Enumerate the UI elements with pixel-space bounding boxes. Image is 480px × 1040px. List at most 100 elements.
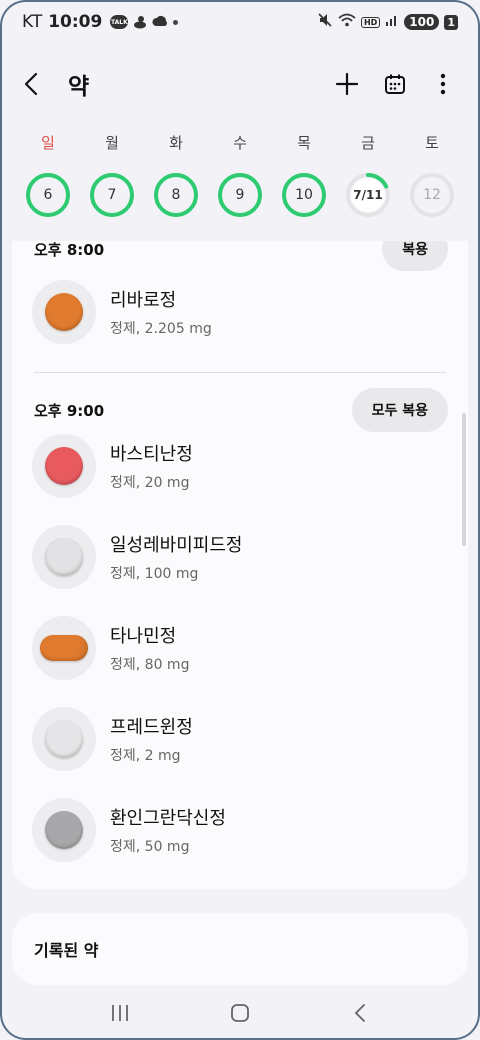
medication-dosage: 정제, 100 mg — [110, 566, 199, 582]
day-label: 금 — [361, 134, 375, 152]
more-options-button[interactable] — [430, 71, 456, 97]
day-0[interactable]: 일6 — [22, 132, 74, 218]
back-button[interactable] — [24, 62, 60, 106]
medication-name: 프레드윈정 — [110, 717, 193, 738]
sim-icon: 1 — [444, 14, 458, 30]
recent-apps-button[interactable] — [100, 993, 140, 1033]
page-title: 약 — [68, 74, 90, 100]
day-date: 12 — [423, 187, 441, 203]
take-button[interactable]: 복용 — [382, 241, 448, 271]
duck-icon — [133, 15, 147, 29]
calendar-button[interactable] — [382, 71, 408, 97]
medication-info: 일성레바미피드정정제, 100 mg — [110, 531, 242, 583]
recent-apps-icon — [112, 1004, 128, 1021]
pill-icon — [45, 720, 83, 758]
signal-icon — [385, 12, 399, 32]
medication-name: 타나민정 — [110, 626, 177, 647]
day-progress-ring[interactable]: 7/11 — [345, 172, 391, 218]
medication-item[interactable]: 프레드윈정정제, 2 mg — [32, 707, 432, 771]
system-nav-bar — [0, 985, 480, 1040]
medication-info: 환인그란닥신정정제, 50 mg — [110, 804, 226, 856]
hd-voice-icon: HD — [360, 16, 381, 28]
medication-name: 리바로정 — [110, 290, 177, 311]
clock: 10:09 — [48, 12, 103, 32]
day-date: 8 — [171, 187, 181, 203]
pill-icon — [45, 293, 83, 331]
chevron-left-icon — [24, 72, 38, 96]
medication-dosage: 정제, 80 mg — [110, 657, 190, 673]
day-label: 토 — [425, 134, 439, 152]
battery-icon: 100 — [404, 14, 440, 30]
carrier-label: KT — [22, 12, 43, 32]
scrollbar[interactable] — [462, 413, 466, 546]
system-back-button[interactable] — [340, 993, 380, 1033]
day-label: 화 — [169, 134, 183, 152]
pill-image — [32, 525, 96, 589]
day-label: 일 — [41, 134, 55, 152]
medication-name: 환인그란닥신정 — [110, 808, 226, 829]
section-header-8pm: 오후 8:00 복용 — [34, 241, 448, 271]
medication-item[interactable]: 일성레바미피드정정제, 100 mg — [32, 525, 432, 589]
pill-icon — [45, 811, 83, 849]
pill-image — [32, 434, 96, 498]
day-5[interactable]: 금 7/11 — [342, 132, 394, 218]
medication-info: 타나민정정제, 80 mg — [110, 622, 189, 674]
medication-info: 바스티난정정제, 20 mg — [110, 440, 193, 492]
chevron-left-icon — [354, 1003, 365, 1022]
pill-image — [32, 798, 96, 862]
recorded-meds-title: 기록된 약 — [34, 941, 99, 960]
day-progress-ring[interactable]: 8 — [153, 172, 199, 218]
medication-dosage: 정제, 20 mg — [110, 475, 190, 491]
medication-dosage: 정제, 2.205 mg — [110, 321, 212, 337]
home-icon — [231, 1003, 249, 1022]
add-button[interactable] — [334, 71, 360, 97]
day-date: 7/11 — [353, 188, 383, 202]
app-header: 약 — [0, 56, 480, 112]
take-all-button[interactable]: 모두 복용 — [351, 388, 448, 432]
pill-icon — [45, 447, 83, 485]
pill-icon — [45, 538, 83, 576]
day-progress-ring[interactable]: 7 — [89, 172, 135, 218]
recorded-meds-card[interactable]: 기록된 약 — [12, 913, 468, 985]
medication-dosage: 정제, 50 mg — [110, 839, 190, 855]
day-progress-ring[interactable]: 12 — [409, 172, 455, 218]
calendar-icon — [385, 74, 405, 94]
day-progress-ring[interactable]: 10 — [281, 172, 327, 218]
day-6[interactable]: 토 12 — [406, 132, 458, 218]
day-progress-ring[interactable]: 6 — [25, 172, 71, 218]
day-2[interactable]: 화8 — [150, 132, 202, 218]
day-progress-ring[interactable]: 9 — [217, 172, 263, 218]
day-date: 10 — [295, 187, 313, 203]
day-1[interactable]: 월7 — [86, 132, 138, 218]
pill-image — [32, 707, 96, 771]
medication-item[interactable]: 리바로정정제, 2.205 mg — [32, 280, 432, 344]
day-date: 6 — [43, 187, 53, 203]
week-selector: 일 6 월 7 화 8 수 9 목 10 금 7/11 토 12 — [22, 132, 458, 218]
section-time: 오후 8:00 — [34, 241, 105, 259]
day-date: 7 — [107, 187, 117, 203]
cloud-icon — [152, 15, 168, 29]
kakaotalk-icon: TALK — [110, 15, 129, 29]
wifi-icon — [338, 12, 356, 32]
day-label: 목 — [297, 134, 311, 152]
day-3[interactable]: 수9 — [214, 132, 266, 218]
day-date: 9 — [235, 187, 245, 203]
day-label: 월 — [105, 134, 119, 152]
medication-item[interactable]: 환인그란닥신정정제, 50 mg — [32, 798, 432, 862]
medication-item[interactable]: 타나민정정제, 80 mg — [32, 616, 432, 680]
plus-icon — [335, 72, 359, 96]
section-time: 오후 9:00 — [34, 401, 105, 420]
medication-dosage: 정제, 2 mg — [110, 748, 181, 764]
pill-icon — [40, 635, 88, 661]
pill-image — [32, 280, 96, 344]
home-button[interactable] — [220, 993, 260, 1033]
medication-name: 바스티난정 — [110, 444, 193, 465]
medication-schedule-card: 오후 8:00 복용 리바로정정제, 2.205 mg 오후 9:00 모두 복… — [12, 241, 468, 889]
medication-item[interactable]: 바스티난정정제, 20 mg — [32, 434, 432, 498]
medication-info: 프레드윈정정제, 2 mg — [110, 713, 193, 765]
mute-icon — [317, 12, 333, 33]
more-vertical-icon — [440, 73, 446, 95]
day-label: 수 — [233, 134, 247, 152]
day-4[interactable]: 목 10 — [278, 132, 330, 218]
medication-name: 일성레바미피드정 — [110, 535, 243, 556]
